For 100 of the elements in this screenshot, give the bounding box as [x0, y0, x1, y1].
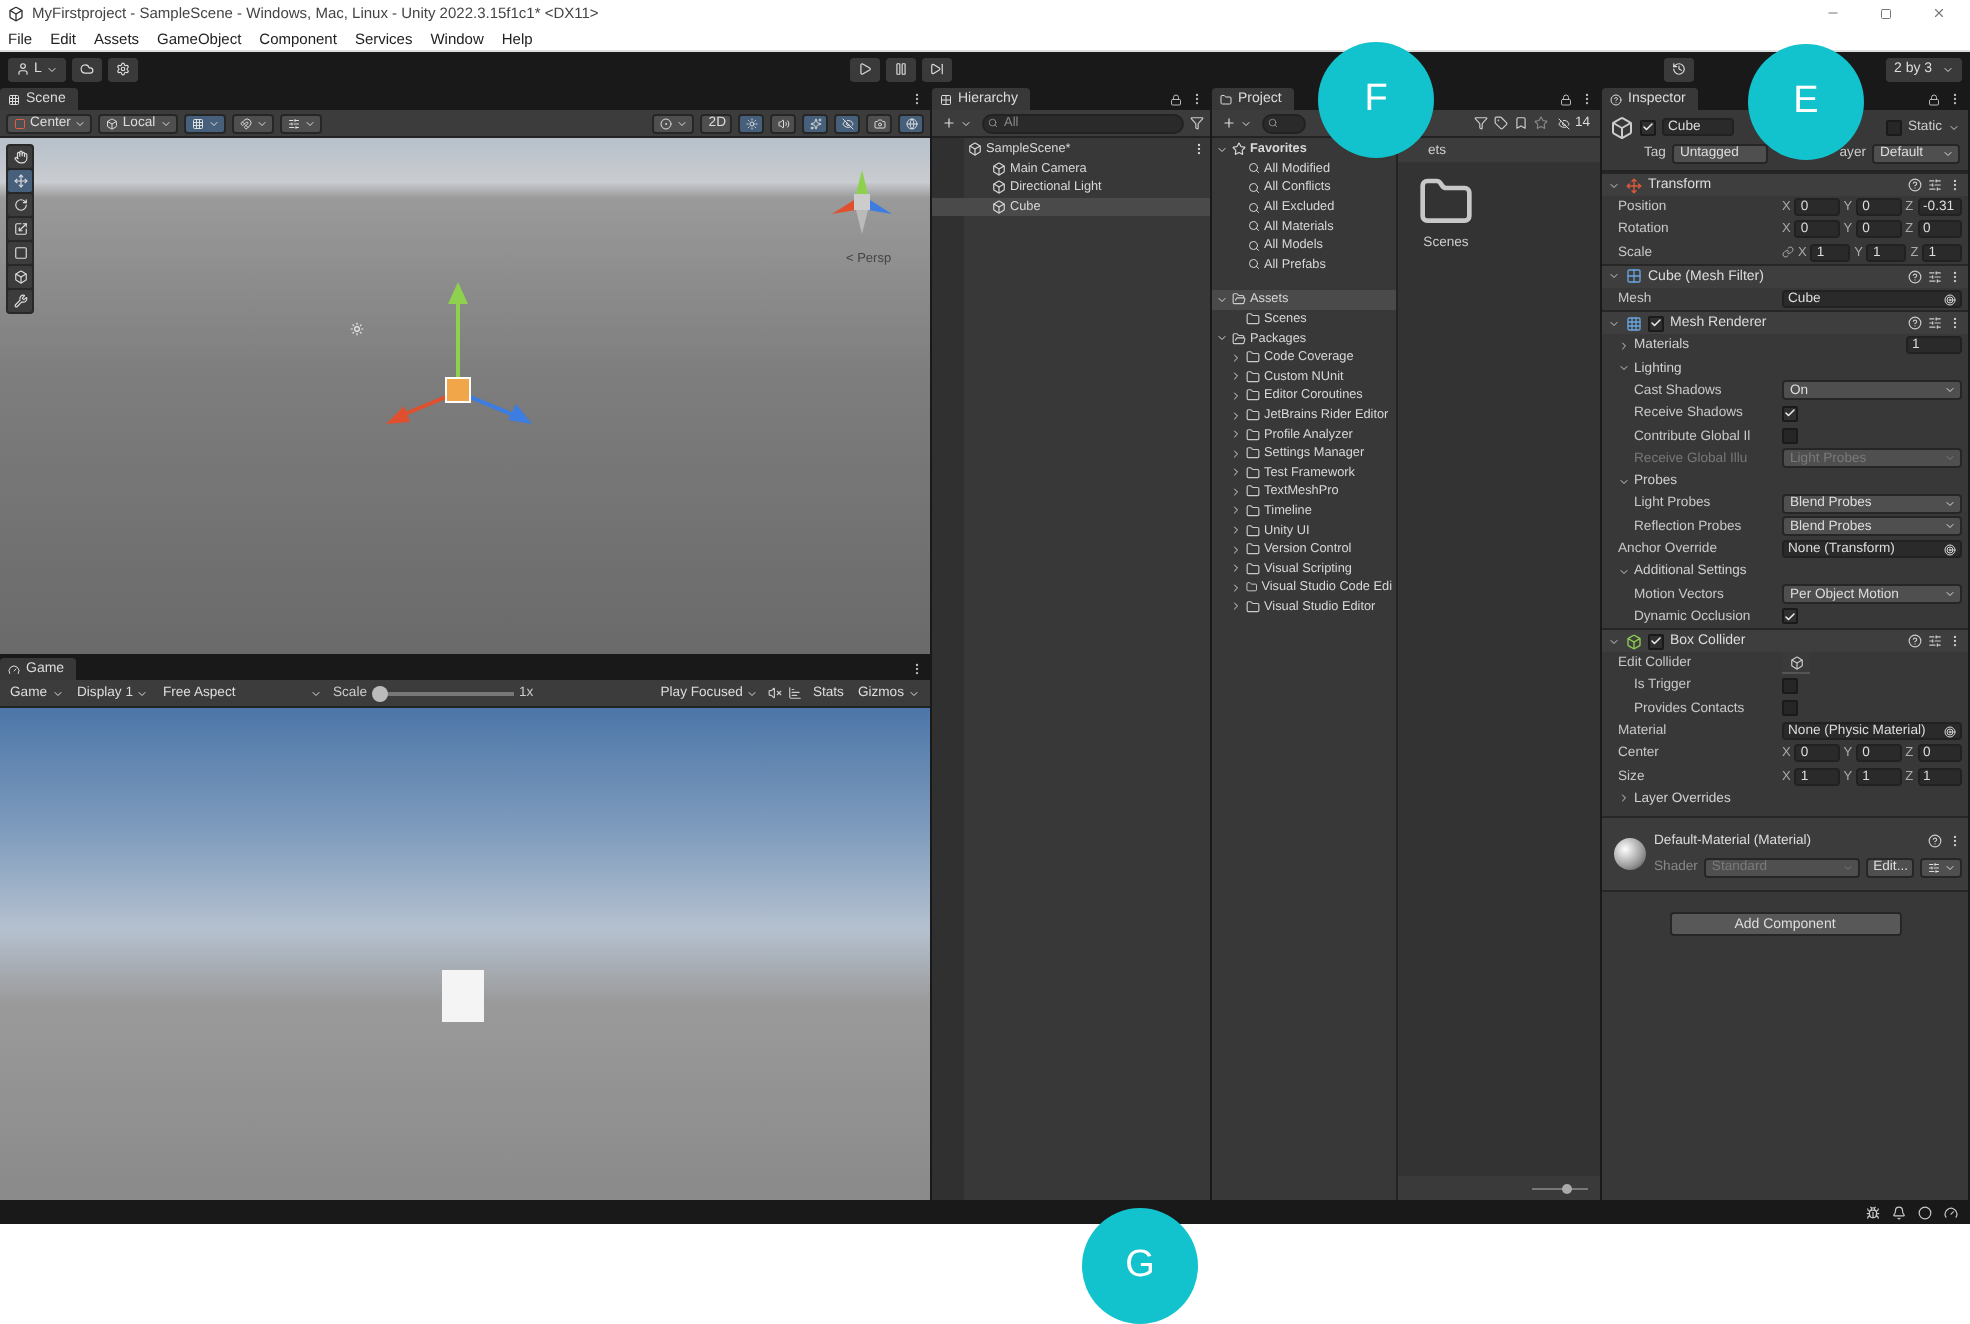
caret-icon — [908, 687, 920, 699]
bell-icon[interactable] — [1892, 1205, 1906, 1219]
help-icon[interactable] — [1908, 316, 1922, 331]
search-icon — [1248, 239, 1260, 252]
folder-icon — [1246, 599, 1260, 614]
bookmark-icon[interactable] — [1514, 116, 1529, 130]
more-icon[interactable] — [1948, 178, 1962, 192]
increment-dropdown[interactable] — [279, 113, 322, 133]
square-icon — [14, 117, 26, 129]
caret-icon — [74, 117, 87, 129]
more-icon[interactable] — [1192, 142, 1206, 157]
cube-icon — [992, 180, 1006, 195]
tool-button[interactable] — [8, 290, 32, 312]
checkbox[interactable] — [1886, 119, 1902, 135]
shading-dropdown[interactable] — [652, 113, 695, 133]
search-field[interactable] — [1262, 113, 1306, 133]
caret-icon — [1948, 121, 1960, 133]
view-toggle-button[interactable] — [802, 113, 828, 133]
caret-icon — [136, 687, 149, 699]
filter-icon[interactable] — [1474, 116, 1489, 130]
tag-icon[interactable] — [1494, 116, 1509, 130]
filter-icon[interactable] — [1190, 116, 1204, 130]
play-button[interactable] — [849, 57, 880, 81]
history-button[interactable] — [1664, 57, 1694, 81]
checkbox[interactable] — [1782, 677, 1798, 694]
lock-icon[interactable] — [1560, 93, 1572, 105]
caret-icon — [676, 117, 689, 129]
link-icon[interactable] — [1782, 246, 1794, 259]
create-dropdown[interactable] — [938, 112, 976, 134]
view-toggle-button[interactable] — [738, 113, 764, 133]
caret-icon — [45, 63, 58, 75]
scale-icon — [13, 222, 27, 236]
snap-dropdown[interactable] — [231, 113, 274, 133]
checkbox[interactable] — [1782, 700, 1798, 717]
tool-button[interactable] — [8, 242, 32, 264]
create-dropdown[interactable] — [1218, 112, 1256, 134]
view-toggle-button[interactable] — [898, 113, 924, 133]
more-icon[interactable] — [1948, 92, 1962, 106]
help-icon[interactable] — [1908, 634, 1922, 649]
caret-icon — [1942, 63, 1954, 75]
more-icon[interactable] — [1580, 92, 1594, 106]
gauge-icon[interactable] — [1944, 1205, 1958, 1219]
list-dropdown[interactable] — [1920, 857, 1962, 878]
lock-icon[interactable] — [1170, 93, 1182, 105]
checkbox[interactable] — [1648, 633, 1664, 650]
cube-icon — [1610, 115, 1634, 139]
more-icon[interactable] — [910, 662, 924, 676]
checkbox[interactable] — [1782, 428, 1798, 445]
history-icon — [1672, 62, 1686, 76]
target-icon — [1944, 293, 1956, 306]
tool-button[interactable] — [8, 266, 32, 288]
hand-icon — [13, 150, 27, 164]
more-icon[interactable] — [1948, 269, 1962, 284]
step-icon — [929, 62, 944, 76]
more-icon[interactable] — [1190, 92, 1204, 106]
folder-icon — [1246, 408, 1260, 423]
checkbox[interactable] — [1648, 315, 1664, 332]
step-button[interactable] — [921, 57, 952, 81]
bug-icon[interactable] — [1866, 1205, 1880, 1219]
star-icon — [1232, 142, 1246, 157]
cloud-button[interactable] — [71, 57, 102, 81]
help-icon[interactable] — [1928, 834, 1942, 849]
globe-icon — [906, 117, 918, 129]
star-icon[interactable] — [1534, 116, 1549, 130]
help-icon[interactable] — [1908, 269, 1922, 284]
settings-button[interactable] — [107, 57, 138, 81]
stats-icon[interactable] — [788, 686, 803, 700]
mute-icon[interactable] — [768, 686, 783, 700]
checkbox[interactable] — [1782, 608, 1798, 625]
pause-button[interactable] — [885, 57, 916, 81]
more-icon[interactable] — [910, 92, 924, 106]
view-toggle-button[interactable] — [770, 113, 796, 133]
checkbox[interactable] — [1782, 405, 1798, 422]
search-icon — [1248, 181, 1260, 194]
grid-snap-dropdown[interactable] — [183, 113, 226, 133]
view-toggle-button[interactable] — [866, 113, 892, 133]
sliders-icon[interactable] — [1928, 269, 1942, 284]
sliders-icon[interactable] — [1928, 316, 1942, 331]
folder-icon — [1246, 542, 1260, 557]
folder-icon — [1246, 446, 1260, 461]
cube-icon — [1789, 655, 1803, 670]
tool-button[interactable] — [8, 194, 32, 216]
caret-icon — [1942, 147, 1954, 159]
lock-icon[interactable] — [1928, 93, 1940, 105]
sliders-icon[interactable] — [1928, 178, 1942, 192]
folder-icon — [1232, 331, 1246, 346]
tool-button[interactable] — [8, 218, 32, 240]
tool-button[interactable] — [8, 146, 32, 168]
tool-button[interactable] — [8, 170, 32, 192]
help-icon[interactable] — [1908, 178, 1922, 192]
minimize-icon — [1826, 6, 1840, 20]
move-icon — [13, 174, 27, 188]
rotate-icon — [13, 198, 27, 212]
circle-icon[interactable] — [1918, 1205, 1932, 1219]
checkbox[interactable] — [1640, 119, 1656, 135]
caret-icon — [310, 687, 323, 699]
sliders-icon[interactable] — [1928, 634, 1942, 649]
cube-drawing — [442, 970, 484, 1022]
user-icon — [16, 62, 30, 76]
view-toggle-button[interactable] — [834, 113, 860, 133]
